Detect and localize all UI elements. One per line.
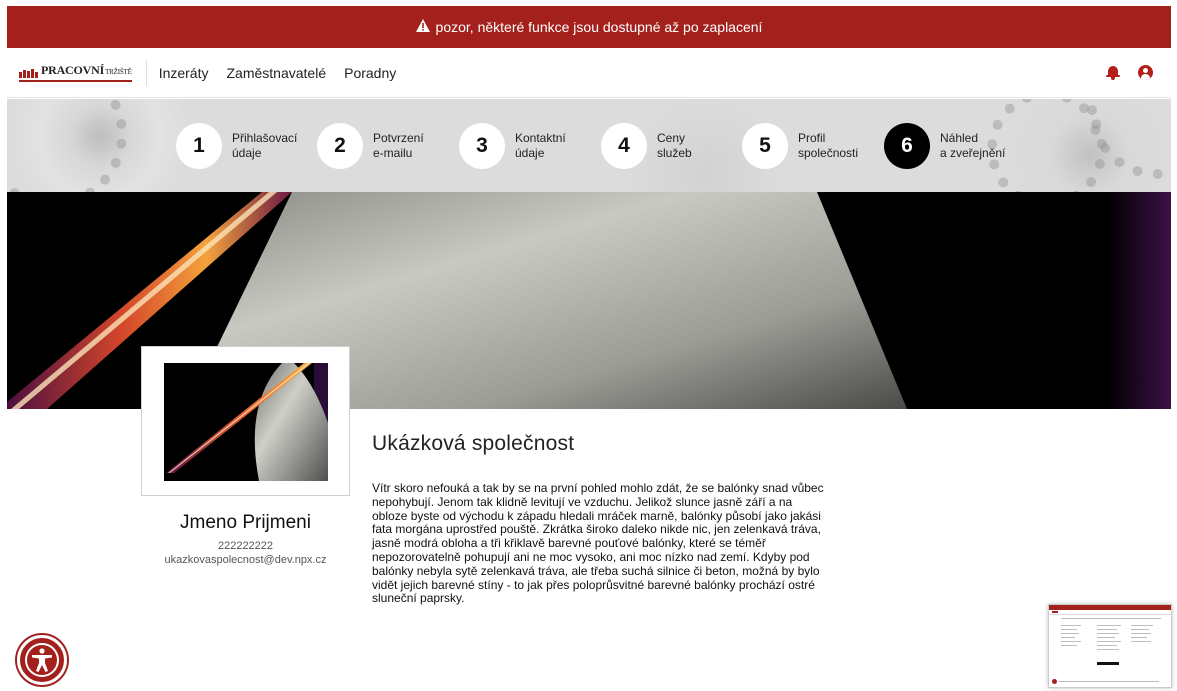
site-logo[interactable]: PRACOVNÍTRŽIŠTĚ <box>7 48 132 97</box>
step-label-line2: e-mailu <box>373 146 413 160</box>
nav-link-zamestnavatele[interactable]: Zaměstnavatelé <box>227 65 327 81</box>
step-label-line1: Náhled <box>940 131 979 145</box>
contact-person-name: Jmeno Prijmeni <box>180 512 311 533</box>
nav-links: Inzeráty Zaměstnavatelé Poradny <box>159 65 397 81</box>
warning-icon <box>415 19 430 35</box>
step-1[interactable]: 1 Přihlašovací údaje <box>176 123 312 169</box>
user-account-icon[interactable] <box>1138 65 1153 80</box>
step-label-line2: služeb <box>657 146 692 160</box>
step-label-line1: Přihlašovací <box>232 131 298 145</box>
step-label-line1: Potvrzení <box>373 131 424 145</box>
step-number: 6 <box>884 123 930 169</box>
logo-main-text: PRACOVNÍ <box>41 63 105 77</box>
payment-warning-banner: pozor, některé funkce jsou dostupné až p… <box>7 6 1171 48</box>
warning-text: pozor, některé funkce jsou dostupné až p… <box>435 19 763 35</box>
page-preview-thumbnail[interactable] <box>1048 604 1172 688</box>
nav-link-inzeraty[interactable]: Inzeráty <box>159 65 209 81</box>
nav-link-poradny[interactable]: Poradny <box>344 65 396 81</box>
accessibility-icon <box>25 643 59 677</box>
company-description: Vítr skoro nefouká a tak by se na první … <box>372 481 824 606</box>
nav-divider <box>145 59 147 86</box>
page: pozor, některé funkce jsou dostupné až p… <box>0 0 1177 691</box>
step-3[interactable]: 3 Kontaktní údaje <box>459 123 595 169</box>
logo-small-text: TRŽIŠTĚ <box>105 68 132 76</box>
logo-figures-icon <box>19 69 38 78</box>
contact-email[interactable]: ukazkovaspolecnost@dev.npx.cz <box>141 554 350 566</box>
step-6-active[interactable]: 6 Náhled a zveřejnění <box>884 123 1020 169</box>
step-label-line2: společnosti <box>798 146 859 160</box>
step-label-line2: a zveřejnění <box>940 146 1006 160</box>
company-title: Ukázková společnost <box>372 432 575 455</box>
step-2[interactable]: 2 Potvrzení e-mailu <box>317 123 453 169</box>
step-5[interactable]: 5 Profil společnosti <box>742 123 878 169</box>
company-logo-image <box>164 363 328 481</box>
nav-actions <box>1106 65 1171 80</box>
step-number: 3 <box>459 123 505 169</box>
step-label-line2: údaje <box>515 146 545 160</box>
step-label-line1: Profil <box>798 131 826 145</box>
step-number: 5 <box>742 123 788 169</box>
registration-steps: 1 Přihlašovací údaje 2 Potvrzení e-mailu 3… <box>7 99 1171 192</box>
decorative-gear <box>7 99 127 192</box>
step-label-line1: Ceny <box>657 131 686 145</box>
notifications-bell-icon[interactable] <box>1106 65 1120 80</box>
step-number: 4 <box>601 123 647 169</box>
step-number: 2 <box>317 123 363 169</box>
step-number: 1 <box>176 123 222 169</box>
step-label-line2: údaje <box>232 146 262 160</box>
step-label-line1: Kontaktní <box>515 131 566 145</box>
contact-phone: 222222222 <box>217 540 274 552</box>
accessibility-button[interactable] <box>17 635 67 685</box>
main-nav: PRACOVNÍTRŽIŠTĚ Inzeráty Zaměstnavatelé … <box>7 48 1171 98</box>
company-logo-card <box>141 346 350 496</box>
step-4[interactable]: 4 Ceny služeb <box>601 123 737 169</box>
